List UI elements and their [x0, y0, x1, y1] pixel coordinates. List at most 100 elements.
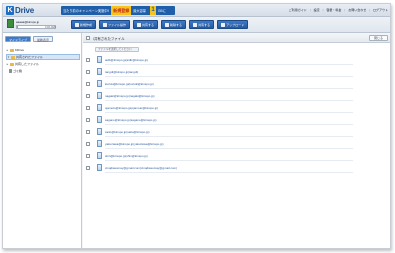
- row-checkbox[interactable]: [86, 94, 90, 98]
- share-button-2-label: 共有する: [198, 22, 211, 27]
- file-name[interactable]: saito@kinspo.jp(saito@kinspo.jp): [105, 129, 153, 135]
- toolbar: 新規作成 ファイル操作 共有する 削除する 共有する アップロード: [71, 20, 249, 29]
- row-divider: [105, 160, 353, 161]
- tree-node-kdrive[interactable]: ▸ KDrive: [6, 47, 80, 53]
- link-separator: |: [344, 8, 346, 12]
- tree-node-label: ゴミ箱: [13, 69, 23, 73]
- account-toolbar-row: aaaaa@kinspo.jp 0.0/1.0GB 新規作成 ファイル操作 共有…: [3, 17, 390, 33]
- delete-button[interactable]: 削除する: [161, 20, 187, 29]
- file-ops-button[interactable]: ファイル操作: [99, 20, 131, 29]
- shared-folder-icon: [97, 128, 102, 135]
- select-all-checkbox[interactable]: [86, 36, 90, 40]
- folder-icon: [10, 62, 14, 66]
- expand-arrow-icon[interactable]: ▸: [6, 48, 9, 52]
- file-row[interactable]: ojamoto@kinspo.jp(ojamoto@kinspo.jp): [83, 103, 390, 113]
- row-checkbox[interactable]: [86, 142, 90, 146]
- row-checkbox[interactable]: [86, 106, 90, 110]
- row-checkbox[interactable]: [86, 58, 90, 62]
- row-divider: [105, 136, 353, 137]
- new-icon: [75, 22, 79, 27]
- share-button-2[interactable]: 共有する: [189, 20, 215, 29]
- avatar[interactable]: [7, 19, 14, 28]
- link-logout[interactable]: ログアウト: [373, 8, 388, 12]
- upload-icon: [221, 22, 226, 27]
- shared-folder-icon: [97, 68, 102, 75]
- upload-button[interactable]: アップロード: [217, 20, 249, 29]
- promo-offer: 最大容量: [133, 9, 146, 13]
- row-divider: [105, 124, 353, 125]
- row-checkbox[interactable]: [86, 82, 90, 86]
- shared-folder-icon: [97, 116, 102, 123]
- header-links: ご利用ガイド | 設定 | 容量・料金 | お問い合わせ | ログアウト: [289, 8, 388, 12]
- promo-text: 当たり前のキャンペーン実施中!!: [63, 9, 110, 13]
- file-row[interactable]: shin@kinspo.jp(shin@kinspo.jp): [83, 151, 390, 161]
- file-row[interactable]: tangdi@kinspo.jp(tangdi): [83, 67, 390, 77]
- row-checkbox[interactable]: [86, 130, 90, 134]
- file-name[interactable]: ojamoto@kinspo.jp(ojamoto@kinspo.jp): [105, 105, 162, 111]
- sidebar-tabs: マイドライブ 最新表示: [5, 36, 54, 42]
- logo-text: Drive: [15, 6, 35, 15]
- file-name[interactable]: nagaki@kinspo.jp(nagaki@kinspo.jp): [105, 93, 158, 99]
- trash-icon: [9, 69, 12, 73]
- row-checkbox[interactable]: [86, 166, 90, 170]
- file-name[interactable]: aidb@kinspo.jp(aidb@kinspo.jp): [105, 57, 152, 63]
- shared-folder-icon: [97, 152, 102, 159]
- link-separator: |: [322, 8, 324, 12]
- link-contact[interactable]: お問い合わせ: [348, 8, 366, 12]
- file-row[interactable]: kuzuki@kinspo.jp(kuzuki@kinspo.jp): [83, 79, 390, 89]
- row-checkbox[interactable]: [86, 154, 90, 158]
- promo-badge: 新規登録: [111, 6, 132, 15]
- file-name[interactable]: yakuzawa@kinspo.jp(yakuzawa@kinspo.jp): [105, 141, 167, 147]
- row-divider: [105, 76, 353, 77]
- link-guide[interactable]: ご利用ガイド: [289, 8, 307, 12]
- tree-node-label: KDrive: [15, 48, 25, 52]
- file-name[interactable]: cinqdiasomay@gmail.com(cinqdiasomay@gmai…: [105, 165, 181, 171]
- folder-icon: [10, 48, 14, 52]
- row-checkbox[interactable]: [86, 118, 90, 122]
- folder-path-title: /共有されたファイル: [93, 37, 125, 41]
- link-separator: |: [369, 8, 370, 12]
- new-button-label: 新規作成: [80, 22, 93, 27]
- file-name[interactable]: sagano@kinspo.jp(sagano@kinspo.jp): [105, 117, 160, 123]
- file-row[interactable]: saito@kinspo.jp(saito@kinspo.jp): [83, 127, 390, 137]
- file-row[interactable]: yakuzawa@kinspo.jp(yakuzawa@kinspo.jp): [83, 139, 390, 149]
- expand-arrow-icon[interactable]: ▸: [6, 62, 9, 66]
- file-row[interactable]: cinqdiasomay@gmail.com(cinqdiasomay@gmai…: [83, 163, 390, 173]
- promo-unit: GBに: [158, 9, 166, 13]
- sidebar: マイドライブ 最新表示 ▸ KDrive ▾ 共有されたファイル ▸ 共有したフ…: [3, 33, 82, 248]
- file-name[interactable]: shin@kinspo.jp(shin@kinspo.jp): [105, 153, 152, 159]
- link-plan[interactable]: 容量・料金: [326, 8, 341, 12]
- file-row[interactable]: nagaki@kinspo.jp(nagaki@kinspo.jp): [83, 91, 390, 101]
- account-name: aaaaa@kinspo.jp: [16, 20, 40, 24]
- shared-folder-icon: [97, 56, 102, 63]
- promo-banner[interactable]: 当たり前のキャンペーン実施中!! 新規登録 最大容量 1 GBに: [61, 6, 175, 15]
- shared-folder-icon: [97, 140, 102, 147]
- tree-node-shared-by-me[interactable]: ▸ 共有したファイル: [6, 61, 80, 67]
- upload-hint-bar[interactable]: ファイルを選択してください: [95, 47, 139, 52]
- row-divider: [105, 88, 353, 89]
- link-settings[interactable]: 設定: [314, 8, 320, 12]
- file-name[interactable]: tangdi@kinspo.jp(tangdi): [105, 69, 142, 75]
- tab-recent[interactable]: 最新表示: [33, 36, 54, 42]
- share-button[interactable]: 共有する: [133, 20, 159, 29]
- row-divider: [105, 64, 353, 65]
- tree-node-shared-with-me[interactable]: ▾ 共有されたファイル: [6, 54, 80, 60]
- logo-mark: K: [6, 6, 14, 15]
- close-button[interactable]: 閉じる: [368, 35, 388, 41]
- row-divider: [105, 100, 353, 101]
- file-panel: /共有されたファイル 閉じる ファイルを選択してください aidb@kinspo…: [83, 33, 390, 248]
- collapse-arrow-icon[interactable]: ▾: [7, 55, 10, 59]
- file-panel-header: /共有されたファイル 閉じる: [83, 33, 390, 43]
- shared-folder-icon: [97, 164, 102, 171]
- tree-node-trash[interactable]: ゴミ箱: [6, 68, 80, 74]
- tab-my-drive[interactable]: マイドライブ: [5, 36, 32, 42]
- kdrive-logo[interactable]: K Drive: [6, 6, 34, 15]
- new-button[interactable]: 新規作成: [71, 20, 97, 29]
- file-row[interactable]: sagano@kinspo.jp(sagano@kinspo.jp): [83, 115, 390, 125]
- top-header: K Drive 当たり前のキャンペーン実施中!! 新規登録 最大容量 1 GBに…: [3, 4, 390, 17]
- file-ops-button-label: ファイル操作: [108, 22, 127, 27]
- app-window: K Drive 当たり前のキャンペーン実施中!! 新規登録 最大容量 1 GBに…: [2, 3, 391, 249]
- file-name[interactable]: kuzuki@kinspo.jp(kuzuki@kinspo.jp): [105, 81, 158, 87]
- file-row[interactable]: aidb@kinspo.jp(aidb@kinspo.jp): [83, 55, 390, 65]
- row-checkbox[interactable]: [86, 70, 90, 74]
